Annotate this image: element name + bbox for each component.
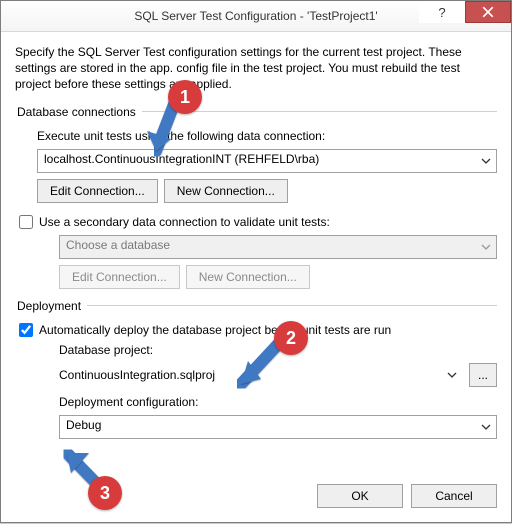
dialog-buttons: OK Cancel <box>317 484 497 508</box>
close-button[interactable] <box>465 1 511 23</box>
primary-connection-dropdown[interactable]: localhost.ContinuousIntegrationINT (REHF… <box>37 149 497 173</box>
secondary-new-connection-button: New Connection... <box>186 265 310 289</box>
cancel-button[interactable]: Cancel <box>411 484 497 508</box>
annotation-badge-3: 3 <box>88 476 122 510</box>
intro-text: Specify the SQL Server Test configuratio… <box>15 44 497 93</box>
browse-project-button[interactable]: ... <box>469 363 497 387</box>
database-project-dropdown[interactable]: ContinuousIntegration.sqlproj <box>59 368 215 382</box>
primary-connection-label: Execute unit tests using the following d… <box>37 129 497 143</box>
ok-button[interactable]: OK <box>317 484 403 508</box>
secondary-connection-label: Use a secondary data connection to valid… <box>39 215 330 229</box>
auto-deploy-checkbox[interactable] <box>19 323 33 337</box>
chevron-down-icon <box>443 370 461 380</box>
deployment-config-label: Deployment configuration: <box>59 395 497 409</box>
new-connection-button[interactable]: New Connection... <box>164 179 288 203</box>
secondary-edit-connection-button: Edit Connection... <box>59 265 180 289</box>
deployment-config-dropdown[interactable]: Debug <box>59 415 497 439</box>
database-connections-legend: Database connections <box>15 105 142 119</box>
database-connections-group: Database connections Execute unit tests … <box>15 105 497 289</box>
deployment-group: Deployment Automatically deploy the data… <box>15 299 497 439</box>
titlebar: SQL Server Test Configuration - 'TestPro… <box>1 1 511 32</box>
auto-deploy-label: Automatically deploy the database projec… <box>39 323 391 337</box>
dialog-content: Specify the SQL Server Test configuratio… <box>1 32 511 439</box>
database-project-label: Database project: <box>59 343 497 357</box>
deployment-legend: Deployment <box>15 299 87 313</box>
system-buttons: ? <box>419 1 511 23</box>
secondary-connection-checkbox[interactable] <box>19 215 33 229</box>
dialog-window: SQL Server Test Configuration - 'TestPro… <box>0 0 512 523</box>
secondary-connection-dropdown: Choose a database <box>59 235 497 259</box>
edit-connection-button[interactable]: Edit Connection... <box>37 179 158 203</box>
help-button[interactable]: ? <box>419 1 465 23</box>
